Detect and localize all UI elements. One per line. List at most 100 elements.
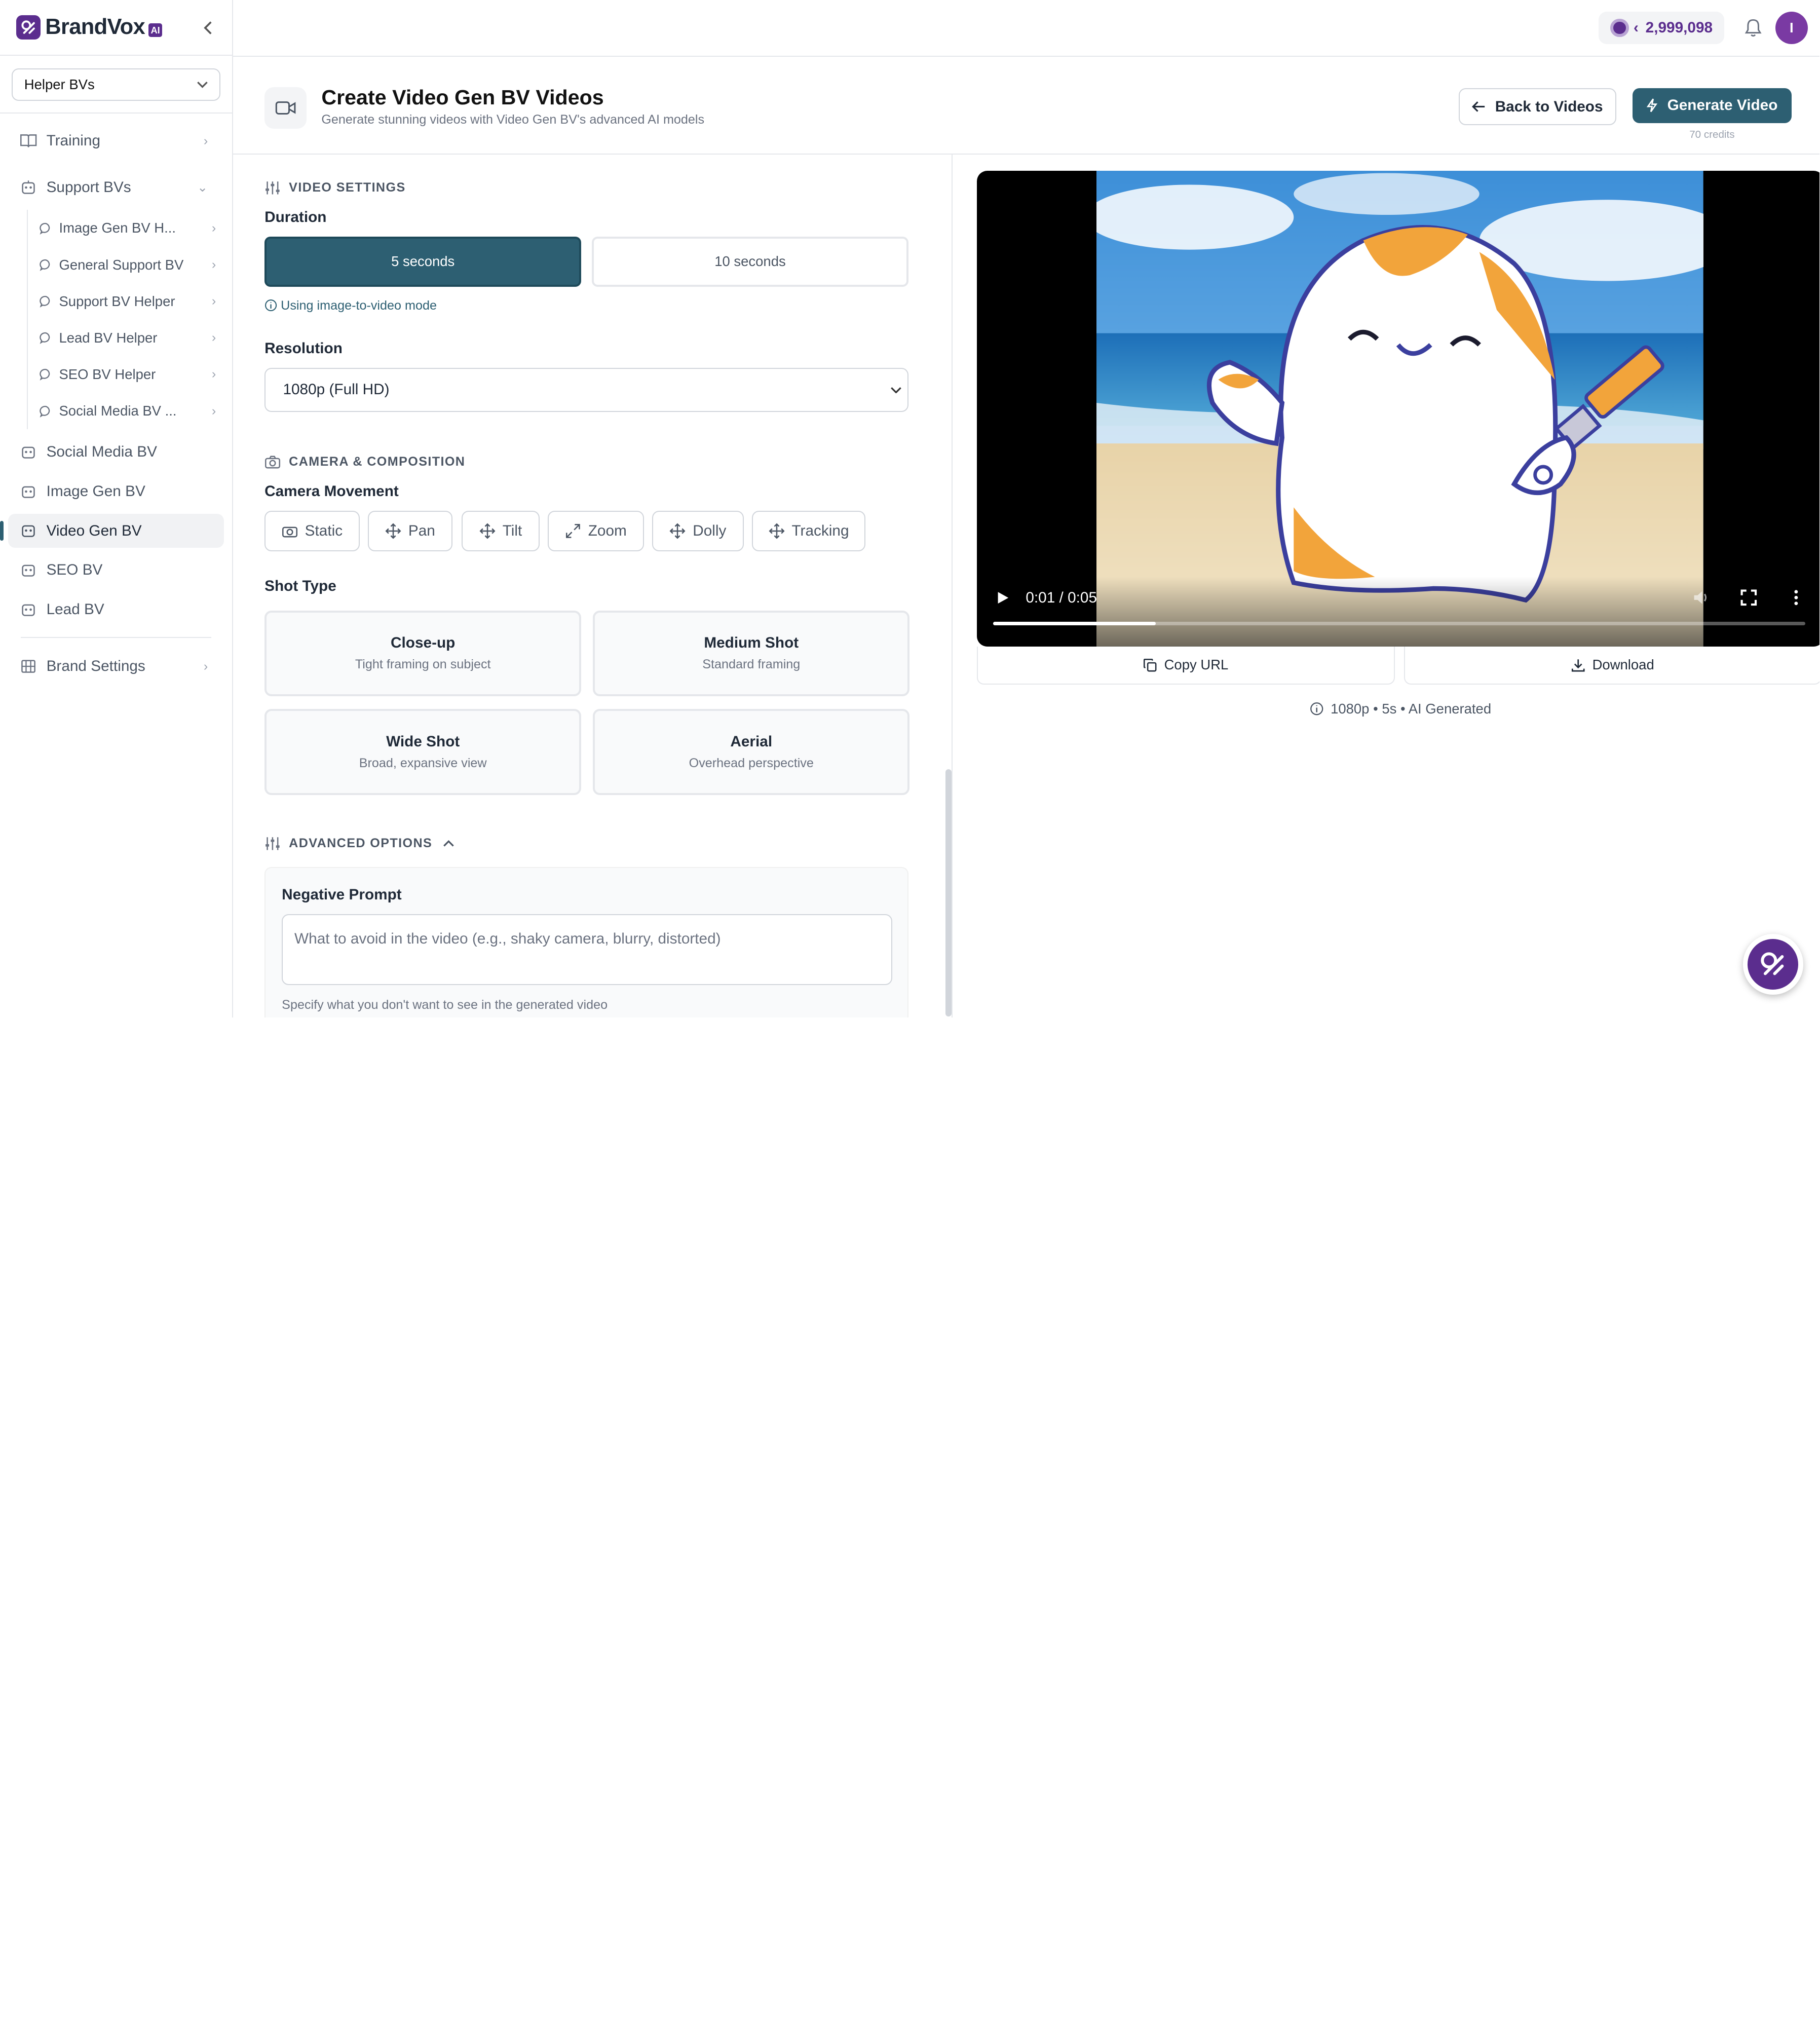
download-label: Download xyxy=(1592,657,1654,673)
download-button[interactable]: Download xyxy=(1404,646,1819,685)
resolution-label: Resolution xyxy=(264,340,343,357)
bell-icon[interactable] xyxy=(1740,15,1766,41)
duration-10-seconds-button[interactable]: 10 seconds xyxy=(591,237,909,287)
video-icon xyxy=(264,87,307,129)
book-icon xyxy=(20,132,37,149)
video-settings-heading-text: VIDEO SETTINGS xyxy=(289,180,406,195)
chat-bubble-icon xyxy=(39,259,50,271)
credits-balance[interactable]: ‹ 2,999,098 xyxy=(1599,12,1724,45)
move-icon xyxy=(669,523,686,539)
page-subtitle: Generate stunning videos with Video Gen … xyxy=(321,112,705,127)
camera-pan-label: Pan xyxy=(408,522,435,539)
shot-wide-option[interactable]: Wide Shot Broad, expansive view xyxy=(264,709,582,795)
brandvox-logo-icon xyxy=(1747,938,1799,990)
sidebar-item-brand-settings[interactable]: Brand Settings › xyxy=(8,649,224,685)
mascot-beach-illustration xyxy=(1096,170,1703,647)
shot-close-up-option[interactable]: Close-up Tight framing on subject xyxy=(264,610,582,696)
chat-bubble-icon xyxy=(39,369,50,381)
sidebar-subitem-label: Lead BV Helper xyxy=(59,329,158,346)
generate-video-button[interactable]: Generate Video xyxy=(1633,88,1792,123)
shot-description: Tight framing on subject xyxy=(355,657,491,672)
sidebar-item-seo-bv[interactable]: SEO BV xyxy=(8,553,224,587)
sidebar-item-label: Support BVs xyxy=(46,178,131,196)
camera-dolly-button[interactable]: Dolly xyxy=(652,510,744,551)
fullscreen-icon[interactable] xyxy=(1739,588,1758,607)
helper-bv-select[interactable]: Helper BVs xyxy=(11,68,221,101)
camera-tilt-button[interactable]: Tilt xyxy=(462,510,540,551)
chevron-right-icon: › xyxy=(211,294,216,309)
robot-icon xyxy=(20,179,37,196)
camera-static-button[interactable]: Static xyxy=(264,510,360,551)
sidebar: BrandVox AI Helper BVs Training › Suppor… xyxy=(0,0,234,1018)
more-vertical-icon[interactable] xyxy=(1793,588,1800,607)
chevron-right-icon: › xyxy=(203,133,208,148)
collapse-sidebar-button[interactable] xyxy=(199,16,219,40)
duration-label: Duration xyxy=(264,209,327,226)
advanced-options-toggle[interactable]: ADVANCED OPTIONS xyxy=(264,836,454,852)
sidebar-subitem-general-support-bv[interactable]: General Support BV › xyxy=(37,247,232,283)
chevron-right-icon: › xyxy=(211,330,216,345)
lightning-icon xyxy=(1647,98,1658,112)
robot-icon xyxy=(20,522,37,539)
expand-icon xyxy=(565,523,581,539)
settings-panel[interactable]: VIDEO SETTINGS Duration 5 seconds 10 sec… xyxy=(233,154,953,1018)
sidebar-subitem-social-media-bv[interactable]: Social Media BV ... › xyxy=(37,393,232,429)
shot-description: Overhead perspective xyxy=(689,756,814,771)
divider xyxy=(21,637,212,638)
chat-bubble-icon xyxy=(39,405,50,418)
back-to-videos-button[interactable]: Back to Videos xyxy=(1458,88,1616,126)
sidebar-subitem-label: General Support BV xyxy=(59,256,184,273)
sidebar-subitem-support-bv-helper[interactable]: Support BV Helper › xyxy=(37,283,232,320)
settings-scrollbar[interactable] xyxy=(945,769,952,1017)
sidebar-subitem-image-gen-bv-helper[interactable]: Image Gen BV H... › xyxy=(37,210,232,246)
shot-medium-option[interactable]: Medium Shot Standard framing xyxy=(593,610,910,696)
video-settings-heading: VIDEO SETTINGS xyxy=(264,180,406,196)
sidebar-subitem-lead-bv-helper[interactable]: Lead BV Helper › xyxy=(37,320,232,356)
chat-bubble-icon xyxy=(39,296,50,308)
chevron-right-icon: › xyxy=(211,220,216,235)
shot-description: Broad, expansive view xyxy=(359,756,487,771)
copy-url-button[interactable]: Copy URL xyxy=(977,646,1395,685)
chevron-right-icon: › xyxy=(211,367,216,382)
sidebar-item-support-bvs[interactable]: Support BVs ⌄ xyxy=(8,169,224,205)
duration-5-seconds-button[interactable]: 5 seconds xyxy=(264,237,582,287)
shot-title: Close-up xyxy=(391,634,456,652)
brandvox-assistant-button[interactable] xyxy=(1742,934,1803,995)
video-player[interactable]: 0:01 / 0:05 xyxy=(977,170,1819,647)
sparkle-icon: ‹ xyxy=(1634,19,1639,36)
resolution-select[interactable]: 1080p (Full HD) xyxy=(264,367,909,412)
chevron-down-icon xyxy=(197,82,208,88)
negative-prompt-help: Specify what you don't want to see in th… xyxy=(282,998,608,1012)
sidebar-item-image-gen-bv[interactable]: Image Gen BV xyxy=(8,474,224,508)
chevron-down-icon xyxy=(890,387,901,394)
video-frame xyxy=(1096,170,1703,647)
sidebar-item-label: Video Gen BV xyxy=(46,522,142,539)
chat-bubble-icon xyxy=(39,332,50,345)
sidebar-item-lead-bv[interactable]: Lead BV xyxy=(8,593,224,626)
sidebar-subitem-seo-bv-helper[interactable]: SEO BV Helper › xyxy=(37,356,232,393)
avatar[interactable]: I xyxy=(1775,12,1808,45)
credits-value: 2,999,098 xyxy=(1645,19,1713,36)
play-icon[interactable] xyxy=(996,591,1009,605)
sidebar-item-social-media-bv[interactable]: Social Media BV xyxy=(8,435,224,469)
logo[interactable]: BrandVox AI xyxy=(0,0,233,56)
negative-prompt-input[interactable]: What to avoid in the video (e.g., shaky … xyxy=(282,914,892,985)
camera-composition-heading-text: CAMERA & COMPOSITION xyxy=(289,454,466,469)
volume-icon[interactable] xyxy=(1692,588,1711,607)
camera-pan-button[interactable]: Pan xyxy=(367,510,453,551)
sidebar-item-label: SEO BV xyxy=(46,561,103,579)
sidebar-subitem-label: Support BV Helper xyxy=(59,293,175,309)
content-area: VIDEO SETTINGS Duration 5 seconds 10 sec… xyxy=(233,154,1819,1018)
move-icon xyxy=(479,523,496,539)
brandvox-logo-icon xyxy=(16,15,41,40)
camera-tracking-button[interactable]: Tracking xyxy=(751,510,866,551)
copy-url-label: Copy URL xyxy=(1164,657,1229,673)
chevron-right-icon: › xyxy=(211,257,216,272)
chat-bubble-icon xyxy=(39,222,50,235)
shot-aerial-option[interactable]: Aerial Overhead perspective xyxy=(593,709,910,795)
camera-zoom-button[interactable]: Zoom xyxy=(547,510,644,551)
sidebar-item-label: Brand Settings xyxy=(46,658,145,675)
sidebar-item-training[interactable]: Training › xyxy=(8,123,224,159)
sidebar-item-video-gen-bv[interactable]: Video Gen BV xyxy=(0,514,224,548)
video-controls-overlay xyxy=(977,577,1819,647)
